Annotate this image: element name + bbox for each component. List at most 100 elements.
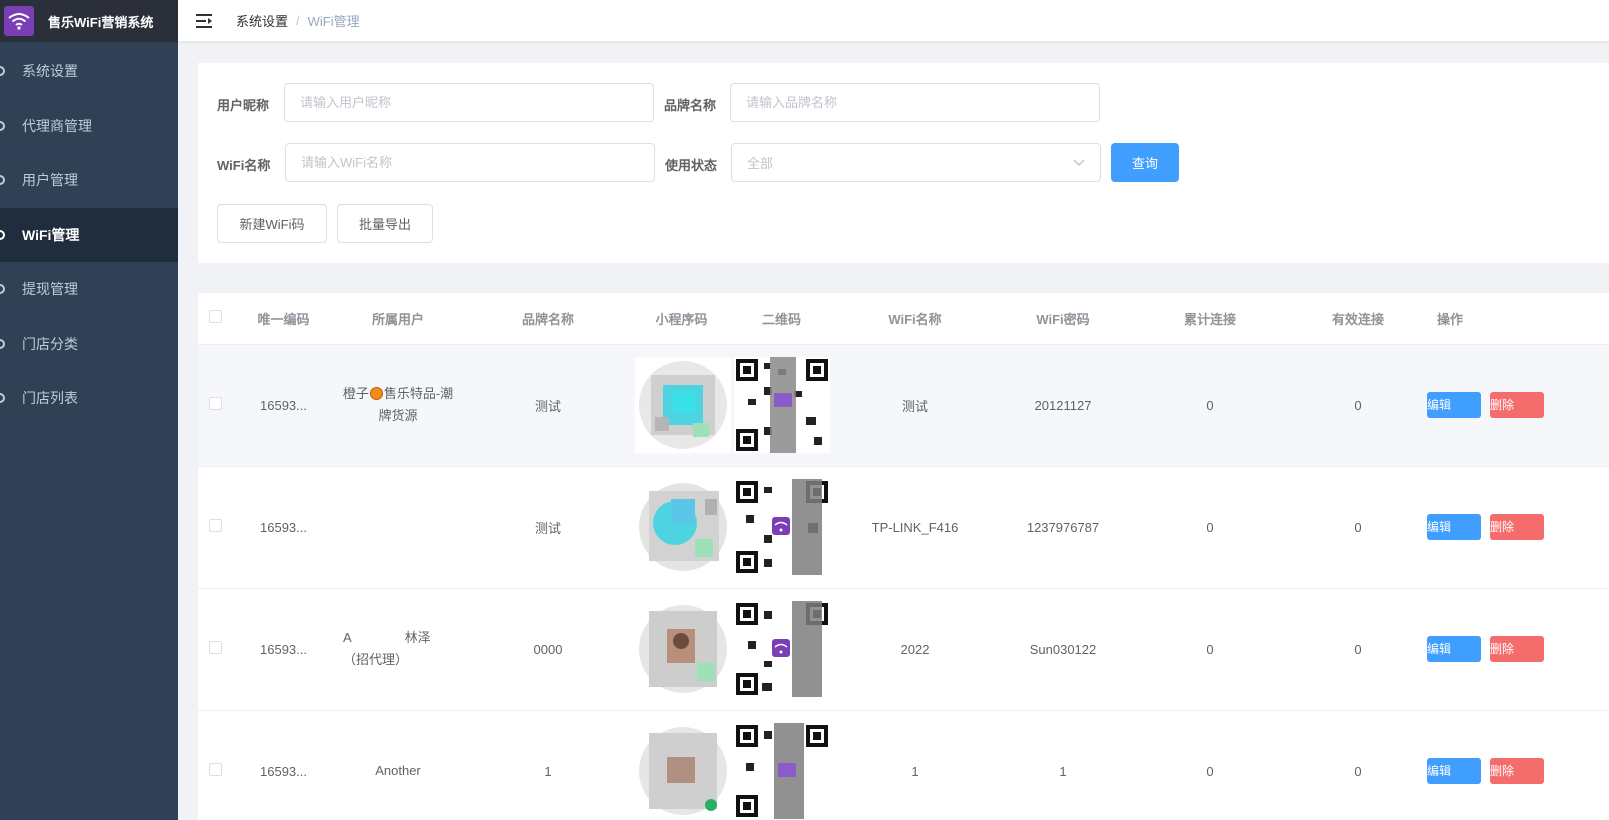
wifi-name-label: WiFi名称 [217, 158, 271, 173]
sidebar-item-agent-management[interactable]: 代理商管理 [0, 99, 178, 154]
sidebar-item-withdrawal-management[interactable]: 提现管理 [0, 262, 178, 317]
row-user-store: Another [375, 763, 421, 778]
wifi-table-panel: 唯一编码 所属用户 品牌名称 小程序码 二维码 WiFi名称 WiFi密码 累计… [198, 293, 1609, 820]
gear-icon [0, 175, 5, 186]
brand-input[interactable] [730, 83, 1100, 122]
wifi-icon [4, 6, 34, 36]
orange-emoji-icon [369, 387, 383, 400]
row-miniprogram-code [635, 466, 731, 589]
status-label: 使用状态 [665, 158, 718, 173]
delete-button[interactable]: 删除 [1490, 758, 1544, 784]
column-header-valid-connections: 有效连接 [1289, 293, 1427, 345]
row-wifi-password: 20121127 [995, 344, 1131, 467]
row-wifi-password: Sun030122 [995, 588, 1131, 711]
status-select[interactable]: 全部 [731, 143, 1101, 182]
miniprogram-code-image[interactable] [635, 357, 731, 453]
sidebar-item-store-category[interactable]: 门店分类 [0, 317, 178, 372]
batch-export-button[interactable]: 批量导出 [337, 204, 433, 243]
delete-button[interactable]: 删除 [1490, 514, 1544, 540]
column-header-brand: 品牌名称 [461, 293, 635, 345]
edit-button[interactable]: 编辑 [1427, 636, 1481, 662]
column-header-qr-code: 二维码 [728, 293, 835, 345]
sidebar-item-label: 提现管理 [22, 281, 78, 298]
miniprogram-code-image[interactable] [635, 479, 731, 575]
row-brand: 0000 [461, 588, 635, 711]
sidebar: 售乐WiFi营销系统 系统设置 代理商管理 用户管理 WiFi管理 提现管理 门… [0, 0, 178, 820]
row-actions: 编辑 删除 [1427, 466, 1609, 589]
row-valid-connections: 0 [1289, 344, 1427, 467]
miniprogram-code-image[interactable] [635, 723, 731, 819]
wifi-name-input[interactable] [285, 143, 655, 182]
delete-button[interactable]: 删除 [1490, 392, 1544, 418]
sidebar-item-wifi-management[interactable]: WiFi管理 [0, 207, 178, 262]
app-title: 售乐WiFi营销系统 [48, 14, 154, 30]
row-user: A 林泽（招代理） [335, 588, 461, 711]
row-miniprogram-code [635, 588, 731, 711]
menu-fold-icon[interactable] [196, 13, 214, 28]
edit-button[interactable]: 编辑 [1427, 392, 1481, 418]
row-qr-code [728, 710, 835, 820]
qr-code-image[interactable] [733, 601, 830, 697]
top-header: 系统设置 / WiFi管理 [178, 0, 1609, 42]
search-button[interactable]: 查询 [1111, 143, 1179, 182]
breadcrumb-item-system-settings[interactable]: 系统设置 [236, 11, 288, 30]
row-code: 16593... [232, 344, 335, 467]
breadcrumb: 系统设置 / WiFi管理 [236, 11, 360, 30]
sidebar-item-label: WiFi管理 [22, 226, 80, 243]
qr-code-image[interactable] [733, 357, 830, 453]
row-total-connections: 0 [1131, 710, 1289, 820]
row-actions: 编辑 删除 [1427, 344, 1609, 467]
row-qr-code [728, 466, 835, 589]
create-wifi-button[interactable]: 新建WiFi码 [217, 204, 327, 243]
table-row: 16593... 橙子 售乐特品-潮牌货源 测试 测试 20121127 0 0… [198, 344, 1609, 467]
sidebar-item-store-list[interactable]: 门店列表 [0, 371, 178, 426]
row-wifi-password: 1237976787 [995, 466, 1131, 589]
sidebar-menu: 系统设置 代理商管理 用户管理 WiFi管理 提现管理 门店分类 门店列表 [0, 44, 178, 426]
row-miniprogram-code [635, 710, 731, 820]
wifi-table: 唯一编码 所属用户 品牌名称 小程序码 二维码 WiFi名称 WiFi密码 累计… [198, 293, 1609, 820]
status-select-value: 全部 [747, 156, 774, 171]
row-checkbox[interactable] [208, 519, 222, 532]
nickname-input[interactable] [284, 83, 654, 122]
row-brand: 测试 [461, 344, 635, 467]
row-brand: 测试 [461, 466, 635, 589]
row-user-store: 林泽（招代理） [343, 630, 431, 667]
column-header-user: 所属用户 [335, 293, 461, 345]
row-valid-connections: 0 [1289, 588, 1427, 711]
qr-code-image[interactable] [733, 479, 830, 575]
chevron-down-icon [1073, 159, 1085, 166]
edit-button[interactable]: 编辑 [1427, 758, 1481, 784]
table-row: 16593... 测试 TP-LINK_F416 1237976787 0 0 … [198, 466, 1609, 589]
column-header-total-connections: 累计连接 [1131, 293, 1289, 345]
row-total-connections: 0 [1131, 466, 1289, 589]
gear-icon [0, 229, 5, 240]
column-header-wifi-password: WiFi密码 [995, 293, 1131, 345]
row-wifi-name: 1 [835, 710, 995, 820]
row-user: Another [335, 710, 461, 820]
row-code: 16593... [232, 466, 335, 589]
gear-icon [0, 66, 5, 77]
row-wifi-name: 2022 [835, 588, 995, 711]
row-total-connections: 0 [1131, 344, 1289, 467]
gear-icon [0, 338, 5, 349]
row-wifi-password: 1 [995, 710, 1131, 820]
delete-button[interactable]: 删除 [1490, 636, 1544, 662]
miniprogram-code-image[interactable] [635, 601, 731, 697]
row-user-name: A [343, 630, 351, 645]
select-all-checkbox[interactable] [208, 310, 222, 324]
row-wifi-name: 测试 [835, 344, 995, 467]
brand-label: 品牌名称 [664, 98, 717, 113]
row-checkbox[interactable] [208, 397, 222, 410]
sidebar-item-system-settings[interactable]: 系统设置 [0, 44, 178, 99]
row-total-connections: 0 [1131, 588, 1289, 711]
row-code: 16593... [232, 710, 335, 820]
sidebar-item-user-management[interactable]: 用户管理 [0, 153, 178, 208]
row-user-name: 橙子 [342, 386, 369, 401]
sidebar-item-label: 系统设置 [22, 63, 78, 80]
edit-button[interactable]: 编辑 [1427, 514, 1481, 540]
breadcrumb-item-wifi-management: WiFi管理 [307, 14, 360, 29]
row-valid-connections: 0 [1289, 710, 1427, 820]
row-checkbox[interactable] [208, 641, 222, 654]
row-checkbox[interactable] [208, 763, 222, 776]
qr-code-image[interactable] [733, 723, 830, 819]
